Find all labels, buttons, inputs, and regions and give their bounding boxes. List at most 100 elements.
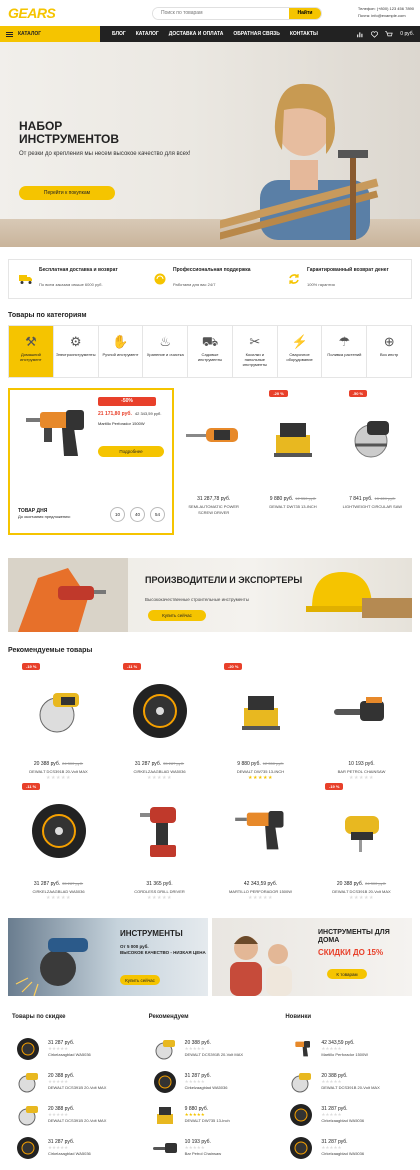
promo1-buy-button[interactable]: Купить сейчас — [120, 975, 160, 985]
hero-shop-button[interactable]: Перейти к покупкам — [19, 186, 115, 200]
cart-total[interactable]: 0 руб. — [400, 31, 414, 37]
category-mowers[interactable]: ✂ Косилки и напольные инструменты — [233, 326, 278, 377]
search-button[interactable]: Найти — [289, 7, 321, 19]
product-card[interactable]: 31 365 руб. CORDLESS DRILL DRIVER ★★★★★ — [109, 781, 210, 901]
promo2-products-button[interactable]: К товарам — [327, 969, 367, 979]
deal-label: ТОВАР ДНЯ До окончания предложения: — [18, 508, 71, 520]
nav-link-catalog[interactable]: КАТАЛОГ — [136, 31, 159, 37]
cart-icon[interactable] — [385, 30, 393, 38]
category-garden[interactable]: ⛟ Садовые инструменты — [188, 326, 233, 377]
list-item[interactable]: 31 287 руб. ★★★★★ Cirkelzaagblad WA5036 — [8, 1032, 139, 1065]
price-old: 12 350 руб. — [262, 761, 284, 766]
list-item-name[interactable]: Cirkelzaagblad WA5036 — [321, 1118, 364, 1123]
product-card[interactable]: -11 % 31 287 руб. 35 287 руб. CIRKELZAAGB… — [8, 781, 109, 901]
product-card[interactable]: -19 % 20 388 руб. 24 300 руб. DEWALT DCS3… — [8, 661, 109, 781]
planer-image — [210, 675, 311, 747]
product-card[interactable]: -19 % 20 388 руб. 24 300 руб. DEWALT DCS3… — [311, 781, 412, 901]
deal-price: 21 171,80 руб. 42 343,59 руб. — [98, 411, 161, 417]
discount-badge: -19 % — [325, 783, 344, 790]
contacts: Телефон: (+800) 123 456 7890 Почта: info… — [358, 5, 414, 19]
search-input[interactable] — [153, 7, 289, 19]
list-item-name[interactable]: Cirkelzaagblad WA5036 — [185, 1085, 228, 1090]
product-card[interactable]: -50 % 7 841 руб. 15 424 руб. LIGHTWEIGHT … — [333, 388, 412, 535]
product-card[interactable]: -11 % 31 287 руб. 35 287 руб. CIRKELZAAGB… — [109, 661, 210, 781]
recommend-list: Рекомендуем 20 388 руб. ★★★★★ DEWALT DCS39… — [145, 1014, 276, 1164]
list-item[interactable]: 10 193 руб. ★★★★★ Bar Petrol Chainsaw — [145, 1131, 276, 1164]
feature-text: 100% гарантия — [307, 282, 335, 287]
product-name[interactable]: SEMI-AUTOMATIC POWER SCREW DRIVER — [174, 504, 253, 516]
product-card[interactable]: 10 193 руб. BAR PETROL CHAINSAW ★★★★★ — [311, 661, 412, 781]
product-name[interactable]: LIGHTWEIGHT CIRCULAR SAW — [333, 504, 412, 510]
product-price: 9 880 руб. 12 350 руб. — [210, 761, 311, 767]
product-name[interactable]: MARTILLO PERFORADOR 1500W — [210, 889, 311, 894]
list-item[interactable]: 20 388 руб. ★★★★★ DEWALT DCS391B 20-Volt M… — [145, 1032, 276, 1065]
planer-icon — [151, 1104, 179, 1126]
nav-link-contacts[interactable]: КОНТАКТЫ — [290, 31, 318, 37]
product-card[interactable]: 42 343,59 руб. MARTILLO PERFORADOR 1500W… — [210, 781, 311, 901]
banner-buy-button[interactable]: Купить сейчас — [148, 610, 206, 621]
list-item-name[interactable]: DEWALT DCS391B 20-Volt MAX — [48, 1118, 106, 1123]
product-name[interactable]: CORDLESS DRILL DRIVER — [109, 889, 210, 894]
list-item[interactable]: 31 287 руб. ★★★★★ Cirkelzaagblad WA5036 — [281, 1131, 412, 1164]
list-item[interactable]: 20 388 руб. ★★★★★ DEWALT DCS391B 20-Volt M… — [8, 1065, 139, 1098]
category-power-tools[interactable]: ⚙ Электроинструменты — [54, 326, 99, 377]
compare-icon[interactable] — [357, 31, 364, 38]
price-current: 9 880 руб. — [269, 496, 294, 502]
list-item-name[interactable]: Cirkelzaagblad WA5036 — [48, 1052, 91, 1057]
saw-blade-icon — [287, 1103, 315, 1127]
list-item-name[interactable]: DEWALT DCS391B 20-Volt MAX — [48, 1085, 106, 1090]
feature-title: Гарантированный возврат денег — [307, 267, 389, 273]
list-item-name[interactable]: Martillo Perforador 1500W — [321, 1052, 368, 1057]
product-card[interactable]: 31 287,78 руб. SEMI-AUTOMATIC POWER SCRE… — [174, 388, 253, 535]
hammer-drill-image[interactable] — [22, 404, 92, 464]
product-name[interactable]: DEWALT DCS391B 20-Volt MAX — [311, 889, 412, 894]
list-item[interactable]: 31 287 руб. ★★★★★ Cirkelzaagblad WA5036 — [8, 1131, 139, 1164]
list-item[interactable]: 20 388 руб. ★★★★★ DEWALT DCS391B 20-Volt M… — [281, 1065, 412, 1098]
nav-link-feedback[interactable]: ОБРАТНАЯ СВЯЗЬ — [233, 31, 279, 37]
product-name[interactable]: DEWALT DW735 13-INCH — [253, 504, 332, 510]
saw-blade-icon — [287, 1136, 315, 1160]
nav-link-delivery[interactable]: ДОСТАВКА И ОПЛАТА — [169, 31, 224, 37]
category-label: Косилки и напольные инструменты — [242, 352, 267, 367]
deal-countdown: 10 40 54 — [110, 507, 165, 522]
catalog-button[interactable]: КАТАЛОГ — [0, 26, 100, 42]
product-name[interactable]: DEWALT DW735 13-INCH — [210, 769, 311, 774]
product-name[interactable]: CIRKELZAAGBLAD WA5036 — [109, 769, 210, 774]
list-item-name[interactable]: Cirkelzaagblad WA5036 — [48, 1151, 91, 1156]
list-item-name[interactable]: Bar Petrol Chainsaw — [185, 1151, 221, 1156]
category-storage[interactable]: ♨ Хранение и очистка — [143, 326, 189, 377]
list-item-name[interactable]: DEWALT DCS391B 20-Volt MAX — [185, 1052, 243, 1057]
heart-icon[interactable] — [371, 30, 379, 38]
list-item-name[interactable]: DEWALT DW735 13-Inch — [185, 1118, 230, 1123]
product-card[interactable]: -20 % 9 880 руб. 12 350 руб. DEWALT DW735… — [253, 388, 332, 535]
product-name[interactable]: CIRKELZAAGBLAD WA5036 — [8, 889, 109, 894]
category-watering[interactable]: ☂ Поливка растений — [322, 326, 368, 377]
category-home-tools[interactable]: ⚒ Домашний инструмент — [9, 326, 54, 377]
promo2-discount: СКИДКИ ДО 15% — [318, 948, 384, 957]
list-item[interactable]: 31 287 руб. ★★★★★ Cirkelzaagblad WA5036 — [281, 1098, 412, 1131]
list-item[interactable]: 31 287 руб. ★★★★★ Cirkelzaagblad WA5036 — [145, 1065, 276, 1098]
refund-icon — [287, 272, 301, 286]
list-item[interactable]: 20 388 руб. ★★★★★ DEWALT DCS391B 20-Volt M… — [8, 1098, 139, 1131]
hammer-drill-image — [210, 795, 311, 867]
category-welding[interactable]: ⚡ Сварочное оборудование — [278, 326, 323, 377]
category-air-tools[interactable]: ⊕ Воз инстр — [367, 326, 411, 377]
category-hand-tools[interactable]: ✋ Ручной инструмент — [99, 326, 144, 377]
nav-link-blog[interactable]: БЛОГ — [112, 31, 126, 37]
product-price: 42 343,59 руб. — [210, 881, 311, 887]
price-current: 31 365 руб. — [146, 881, 173, 887]
circular-saw-icon — [14, 1104, 42, 1126]
deal-details-button[interactable]: Подробнее — [98, 446, 164, 457]
product-card[interactable]: -20 % 9 880 руб. 12 350 руб. DEWALT DW735… — [210, 661, 311, 781]
deal-product-name[interactable]: Martillo Perforador 1500W — [98, 421, 145, 426]
list-item-name[interactable]: Cirkelzaagblad WA5036 — [321, 1151, 364, 1156]
planer-image — [253, 398, 332, 478]
list-item-name[interactable]: DEWALT DCS391B 20-Volt MAX — [321, 1085, 379, 1090]
discount-badge: -20 % — [224, 663, 243, 670]
product-name[interactable]: DEWALT DCS391B 20-Volt MAX — [8, 769, 109, 774]
product-name[interactable]: BAR PETROL CHAINSAW — [311, 769, 412, 774]
logo[interactable]: GEARS — [8, 5, 68, 21]
list-item[interactable]: 9 880 руб. ★★★★★ DEWALT DW735 13-Inch — [145, 1098, 276, 1131]
circular-saw-icon — [14, 1071, 42, 1093]
list-item[interactable]: 42 343,59 руб. ★★★★★ Martillo Perforador 1… — [281, 1032, 412, 1065]
